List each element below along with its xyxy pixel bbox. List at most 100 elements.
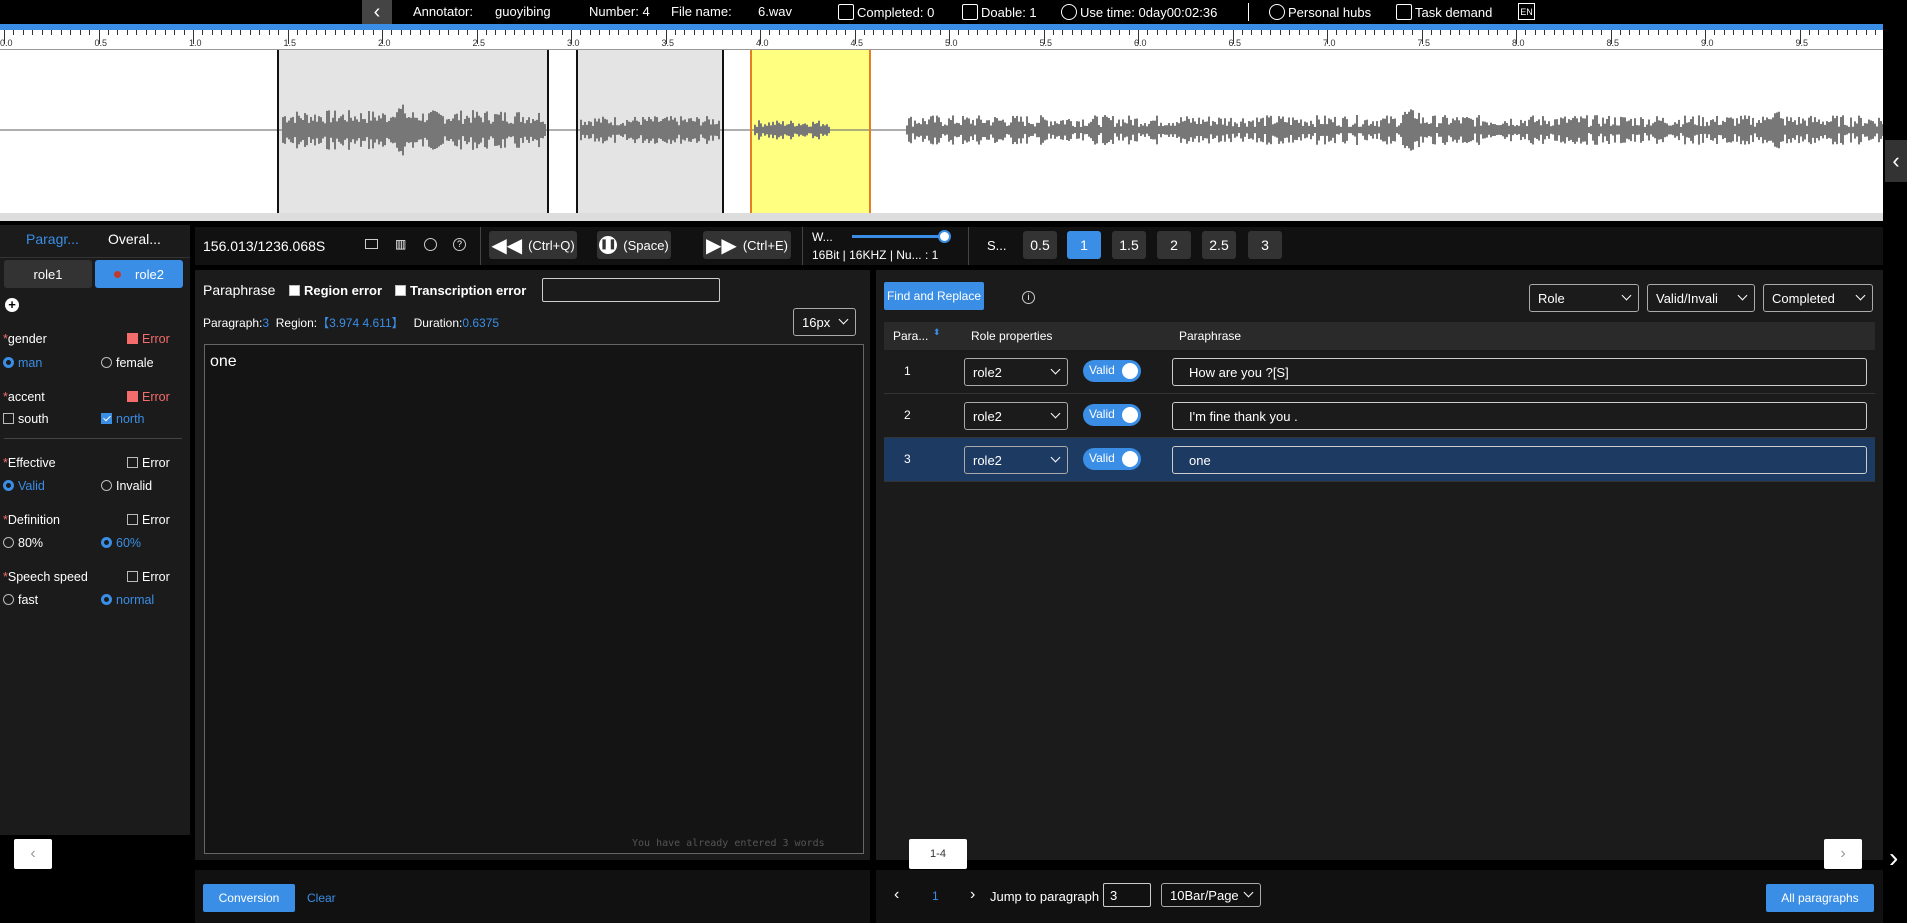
valid-toggle[interactable]: Valid (1083, 448, 1141, 470)
speed-1-button[interactable]: 1 (1067, 231, 1101, 259)
word-count: You have already entered 3 words (632, 838, 825, 849)
document-icon (838, 4, 854, 20)
attr-accent-error[interactable]: Error (127, 390, 170, 404)
ruler-label: 8.0 (1512, 38, 1525, 48)
personal-hubs-link[interactable]: Personal hubs (1269, 4, 1371, 20)
definition-60-radio[interactable]: 60% (101, 536, 141, 550)
ruler-label: 1.0 (189, 38, 202, 48)
clear-link[interactable]: Clear (307, 891, 336, 905)
plus-circle-icon[interactable]: + (5, 298, 19, 312)
language-toggle[interactable]: EN (1518, 3, 1535, 20)
audio-info: 16Bit | 16KHZ | Nu... : 1 (812, 248, 939, 262)
waveform-scrollbar[interactable] (0, 213, 1883, 221)
font-size-select[interactable]: 16px (793, 308, 856, 336)
ruler-label: 9.5 (1795, 38, 1809, 48)
speed-normal-radio[interactable]: normal (101, 593, 154, 607)
top-bar: ‹ Annotator: guoyibing Number: 4 File na… (0, 0, 1907, 24)
right-panel-next-button[interactable]: › (1824, 839, 1862, 869)
valid-toggle[interactable]: Valid (1083, 360, 1141, 382)
ruler-label: 0.5 (94, 38, 108, 48)
row-paraphrase-input[interactable]: I'm fine thank you . (1172, 402, 1867, 430)
prev-page-icon[interactable]: ‹ (894, 886, 899, 904)
gender-female-radio[interactable]: female (101, 356, 154, 370)
left-panel: Paragr... Overal... (0, 225, 190, 835)
sort-icon[interactable]: ⬍ (933, 327, 941, 338)
valid-filter-select[interactable]: Valid/Invali (1647, 284, 1755, 312)
per-page-select[interactable]: 10Bar/Page (1161, 883, 1261, 907)
speed-3-button[interactable]: 3 (1248, 231, 1282, 259)
tab-paragraph[interactable]: Paragr... (26, 231, 79, 247)
time-display: 156.013/1236.068S (203, 238, 326, 254)
page-range-tab[interactable]: 1-4 (909, 839, 967, 869)
row-role-select[interactable]: role2 (964, 402, 1068, 430)
info-icon[interactable]: i (1022, 291, 1035, 304)
target-icon[interactable] (424, 238, 437, 251)
all-paragraphs-button[interactable]: All paragraphs (1766, 884, 1874, 912)
rewind-icon: ◀◀ (491, 234, 523, 257)
rewind-button[interactable]: ◀◀ (Ctrl+Q) (489, 231, 577, 259)
find-replace-button[interactable]: Find and Replace (884, 282, 984, 310)
role1-button[interactable]: role1 (4, 260, 92, 288)
expand-right-icon[interactable]: › (1889, 842, 1898, 874)
doable-count: Doable: 1 (962, 4, 1037, 20)
error-note-input[interactable] (542, 278, 720, 302)
jump-input[interactable]: 3 (1103, 883, 1151, 907)
annotator-label: Annotator: (413, 4, 473, 19)
col-para[interactable]: Para... (893, 329, 928, 343)
row-role-select[interactable]: role2 (964, 358, 1068, 386)
row-paraphrase-input[interactable]: one (1172, 446, 1867, 474)
accent-south-checkbox[interactable]: south (3, 412, 49, 426)
table-row[interactable]: 1 role2 Valid How are you ?[S] (884, 350, 1875, 394)
playback-controls: 156.013/1236.068S ▥ ? ◀◀ (Ctrl+Q) ❚❚ (Spac… (195, 227, 1883, 265)
collapse-panel-icon[interactable]: ‹ (1885, 140, 1907, 182)
pagination-bar: ‹ 1 › Jump to paragraph 3 10Bar/Page All… (876, 870, 1883, 923)
attr-definition-error[interactable]: Error (127, 513, 170, 527)
attr-gender-error[interactable]: Error (127, 332, 170, 346)
ruler-label: 9.0 (1701, 38, 1714, 48)
back-button[interactable]: ‹ (362, 0, 392, 24)
transcription-textarea[interactable]: one (204, 344, 864, 854)
waveform-svg (0, 50, 1883, 213)
speed-0.5-button[interactable]: 0.5 (1023, 231, 1057, 259)
play-pause-button[interactable]: ❚❚ (Space) (597, 231, 671, 259)
definition-80-radio[interactable]: 80% (3, 536, 43, 550)
tab-overall[interactable]: Overal... (108, 231, 161, 247)
speed-1.5-button[interactable]: 1.5 (1112, 231, 1146, 259)
attr-effective-error[interactable]: Error (127, 456, 170, 470)
attr-speech-speed-label: *Speech speed (3, 570, 88, 584)
region-error-checkbox[interactable]: Region error (289, 283, 382, 298)
keyboard-icon[interactable] (365, 239, 378, 249)
ruler-label: 0.0 (0, 38, 13, 48)
row-paraphrase-input[interactable]: How are you ?[S] (1172, 358, 1867, 386)
left-panel-prev-button[interactable]: ‹ (14, 839, 52, 869)
waveform[interactable] (0, 50, 1883, 213)
gender-man-radio[interactable]: man (3, 356, 42, 370)
role-filter-select[interactable]: Role (1529, 284, 1639, 312)
attr-speech-speed-error[interactable]: Error (127, 570, 170, 584)
valid-toggle[interactable]: Valid (1083, 404, 1141, 426)
speed-fast-radio[interactable]: fast (3, 593, 38, 607)
volume-slider-handle[interactable] (938, 230, 951, 243)
forward-icon: ▶▶ (706, 234, 737, 257)
accent-north-checkbox[interactable]: north (101, 412, 145, 426)
conversion-button[interactable]: Conversion (203, 884, 295, 912)
current-page[interactable]: 1 (932, 889, 939, 903)
row-role-select[interactable]: role2 (964, 446, 1068, 474)
transcription-error-checkbox[interactable]: Transcription error (395, 283, 526, 298)
table-row[interactable]: 2 role2 Valid I'm fine thank you . (884, 394, 1875, 438)
speed-2-button[interactable]: 2 (1157, 231, 1191, 259)
forward-button[interactable]: ▶▶ (Ctrl+E) (703, 231, 791, 259)
table-row-selected[interactable]: 3 role2 Valid one (884, 438, 1875, 482)
completed-filter-select[interactable]: Completed (1763, 284, 1873, 312)
divider (1248, 3, 1249, 21)
help-icon[interactable]: ? (453, 238, 466, 251)
effective-valid-radio[interactable]: Valid (3, 479, 45, 493)
volume-slider-track[interactable] (852, 235, 944, 238)
task-demand-link[interactable]: Task demand (1396, 4, 1492, 20)
speed-2.5-button[interactable]: 2.5 (1202, 231, 1236, 259)
role2-button[interactable]: role2 (95, 260, 183, 288)
ruler-label: 4.5 (850, 38, 864, 48)
chart-icon[interactable]: ▥ (395, 237, 406, 251)
effective-invalid-radio[interactable]: Invalid (101, 479, 152, 493)
next-page-icon[interactable]: › (970, 886, 975, 904)
